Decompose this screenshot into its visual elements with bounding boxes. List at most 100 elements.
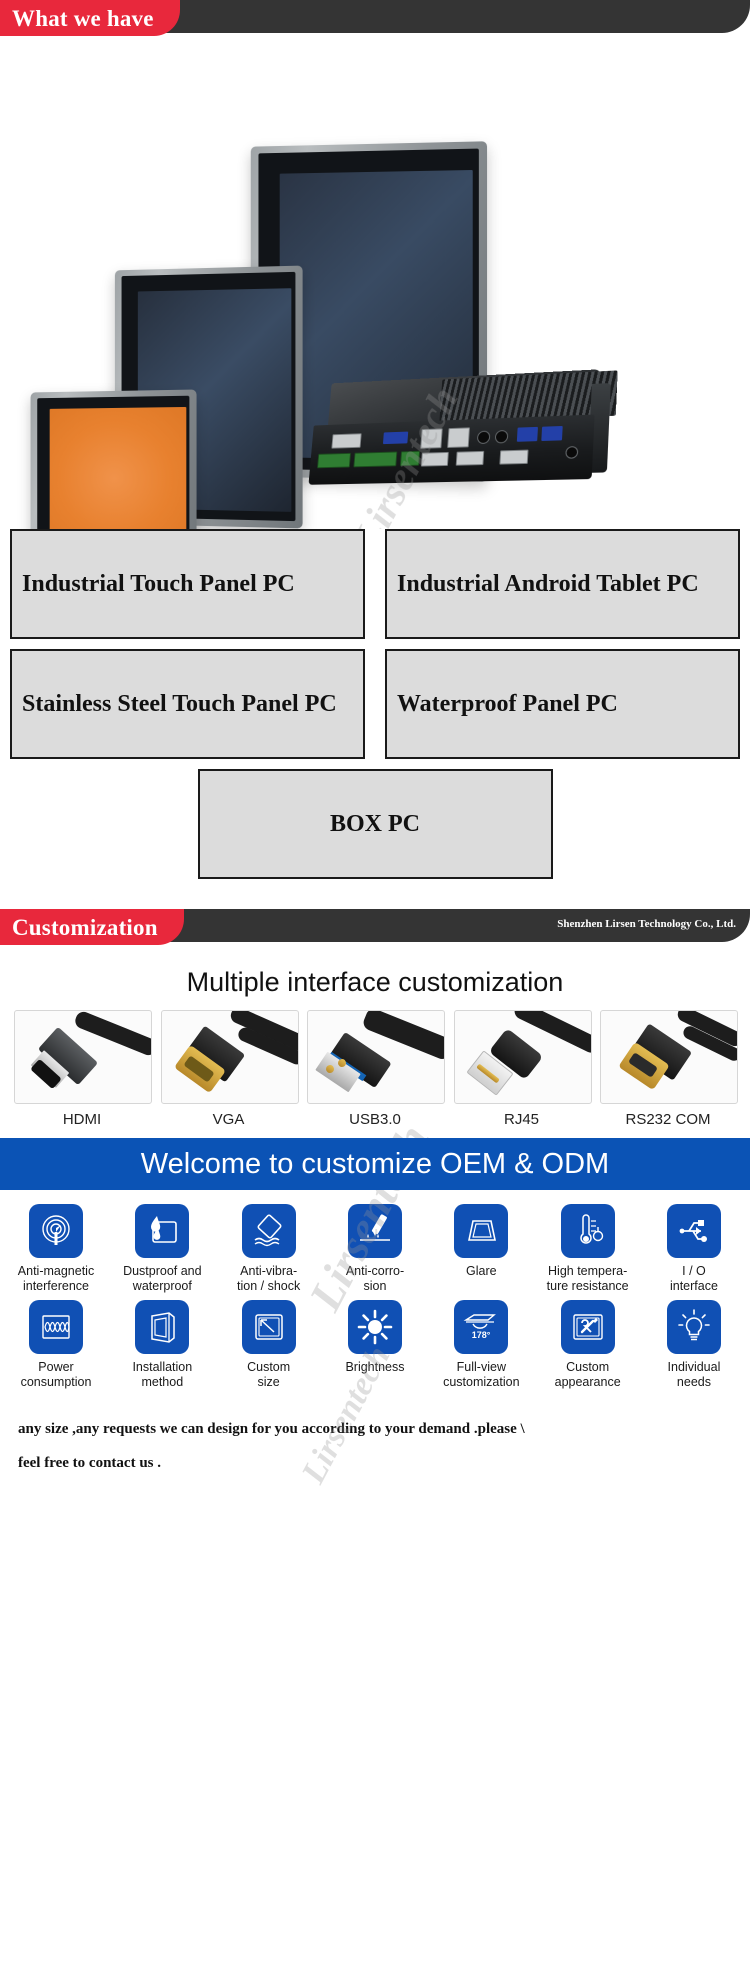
connector-label: USB3.0 [349, 1111, 401, 1128]
category-box-industrial-touch-panel-pc[interactable]: Industrial Touch Panel PC [10, 529, 365, 639]
connector-item-rs232[interactable]: RS232 COM [600, 1010, 738, 1128]
anti-corrosion-icon [347, 1204, 402, 1258]
vga-connector-icon [160, 1010, 299, 1104]
feature-label: Anti-corro- sion [345, 1264, 405, 1293]
terminal-block-port [353, 451, 398, 468]
usb3-port [541, 425, 563, 442]
connector-item-vga[interactable]: VGA [160, 1010, 299, 1128]
water-drop-screen-icon [135, 1204, 190, 1258]
feature-anti-corrosion[interactable]: Anti-corro- sion [325, 1204, 425, 1294]
lan-port [447, 427, 470, 448]
feature-power-consumption[interactable]: Power consumption [6, 1300, 106, 1390]
category-box-industrial-android-tablet-pc[interactable]: Industrial Android Tablet PC [385, 529, 740, 639]
lan-port [420, 428, 443, 449]
category-row-2: Stainless Steel Touch Panel PC Waterproo… [10, 649, 740, 759]
feature-anti-vibration-shock[interactable]: Anti-vibra- tion / shock [219, 1204, 319, 1294]
category-box-box-pc[interactable]: BOX PC [197, 769, 553, 879]
category-label: Industrial Touch Panel PC [22, 571, 295, 597]
feature-label: High tempera- ture resistance [546, 1264, 629, 1293]
connector-item-hdmi[interactable]: HDMI [14, 1010, 152, 1128]
hdmi-connector-icon [14, 1010, 152, 1104]
oem-odm-banner: Welcome to customize OEM & ODM Lirsentec… [0, 1138, 750, 1190]
product-category-grid: Lirsentech Industrial Touch Panel PC Ind… [0, 529, 750, 1319]
interface-customization-title: Multiple interface customization [186, 967, 564, 997]
viewing-angle-icon: 178° [454, 1300, 509, 1354]
category-label: BOX PC [330, 811, 420, 837]
feature-label: Anti-magnetic interference [17, 1264, 95, 1293]
lightbulb-icon [666, 1300, 721, 1354]
connector-item-rj45[interactable]: RJ45 [453, 1010, 592, 1128]
terminal-block-port [317, 452, 351, 469]
hero-product-image: Lirsentech [0, 36, 750, 529]
feature-row-1: Anti-magnetic interference Dustproof and… [6, 1204, 744, 1294]
com-port [499, 449, 529, 465]
feature-glare[interactable]: Glare [431, 1204, 531, 1294]
small-panel-screen-orange [49, 406, 187, 529]
footer-line-2: feel free to contact us . [18, 1455, 161, 1471]
footer-line-1: any size ,any requests we can design for… [18, 1421, 525, 1437]
usb-io-icon [666, 1204, 721, 1258]
category-row-1: Industrial Touch Panel PC Industrial And… [10, 529, 740, 639]
feature-individual-needs[interactable]: Individual needs [644, 1300, 744, 1390]
anti-magnetic-icon [29, 1204, 83, 1258]
what-we-have-banner: What we have [0, 0, 750, 36]
box-pc-io-panel [308, 414, 595, 485]
footer-note: any size ,any requests we can design for… [0, 1396, 750, 1480]
usb3-port [516, 426, 538, 442]
feature-brightness[interactable]: Brightness [325, 1300, 425, 1390]
feature-installation-method[interactable]: Installation method [112, 1300, 212, 1390]
audio-jack [476, 430, 491, 445]
resize-arrow-icon [241, 1300, 296, 1354]
dvi-port [331, 433, 362, 449]
feature-io-interface[interactable]: I / O interface [644, 1204, 744, 1294]
thermometer-icon [560, 1204, 615, 1258]
feature-label: Individual needs [667, 1360, 721, 1389]
connector-item-usb3[interactable]: USB3.0 [307, 1010, 445, 1128]
connector-label: RJ45 [503, 1111, 540, 1128]
feature-label: Full-view customization [443, 1360, 520, 1389]
feature-full-view-customization[interactable]: 178° Full-view customization [431, 1300, 531, 1390]
power-connector [565, 446, 579, 459]
feature-icon-grid: Anti-magnetic interference Dustproof and… [0, 1190, 750, 1390]
category-label: Industrial Android Tablet PC [397, 571, 699, 597]
com-port [455, 450, 485, 466]
category-box-stainless-steel-touch-panel-pc[interactable]: Stainless Steel Touch Panel PC [10, 649, 365, 759]
oem-odm-banner-text: Welcome to customize OEM & ODM [140, 1147, 610, 1180]
feature-high-temperature-resistance[interactable]: High tempera- ture resistance [538, 1204, 638, 1294]
feature-custom-size[interactable]: Custom size [219, 1300, 319, 1390]
category-label: Stainless Steel Touch Panel PC [22, 691, 337, 717]
sun-brightness-icon [347, 1300, 402, 1354]
connector-label: HDMI [62, 1111, 102, 1128]
banner-red-tab: What we have [0, 0, 180, 36]
viewing-angle-badge: 178° [472, 1330, 491, 1340]
usb3-connector-icon [307, 1010, 445, 1104]
connector-thumbnail-row: HDMI VGA USB3.0 RJ45 RS232 COM Lirsentec… [0, 1010, 750, 1489]
installation-panel-icon [135, 1300, 190, 1354]
banner-red-tab: Customization [0, 909, 184, 945]
feature-label: Custom size [247, 1360, 291, 1389]
small-panel-pc-image [30, 389, 197, 529]
feature-label: Glare [466, 1264, 497, 1278]
feature-anti-magnetic-interference[interactable]: Anti-magnetic interference [6, 1204, 106, 1294]
waveform-icon [29, 1300, 83, 1354]
feature-label: Power consumption [20, 1360, 92, 1389]
audio-jack [494, 429, 509, 444]
vga-port [382, 431, 409, 445]
feature-dustproof-waterproof[interactable]: Dustproof and waterproof [112, 1204, 212, 1294]
customization-banner: Customization Shenzhen Lirsen Technology… [0, 909, 750, 945]
rj45-connector-icon [453, 1010, 592, 1104]
feature-custom-appearance[interactable]: Custom appearance [538, 1300, 638, 1390]
box-pc-image [306, 369, 618, 496]
feature-label: I / O interface [669, 1264, 718, 1293]
feature-label: Anti-vibra- tion / shock [237, 1264, 301, 1293]
category-label: Waterproof Panel PC [397, 691, 618, 717]
rs232-connector-icon [600, 1010, 738, 1104]
company-name: Shenzhen Lirsen Technology Co., Ltd. [557, 918, 736, 930]
glare-screen-icon [454, 1204, 509, 1258]
section-title-customization: Customization [12, 914, 158, 940]
com-port [420, 451, 449, 467]
connector-label: RS232 COM [625, 1111, 711, 1128]
connector-label: VGA [212, 1111, 245, 1128]
category-box-waterproof-panel-pc[interactable]: Waterproof Panel PC [385, 649, 740, 759]
feature-label: Brightness [345, 1360, 405, 1374]
